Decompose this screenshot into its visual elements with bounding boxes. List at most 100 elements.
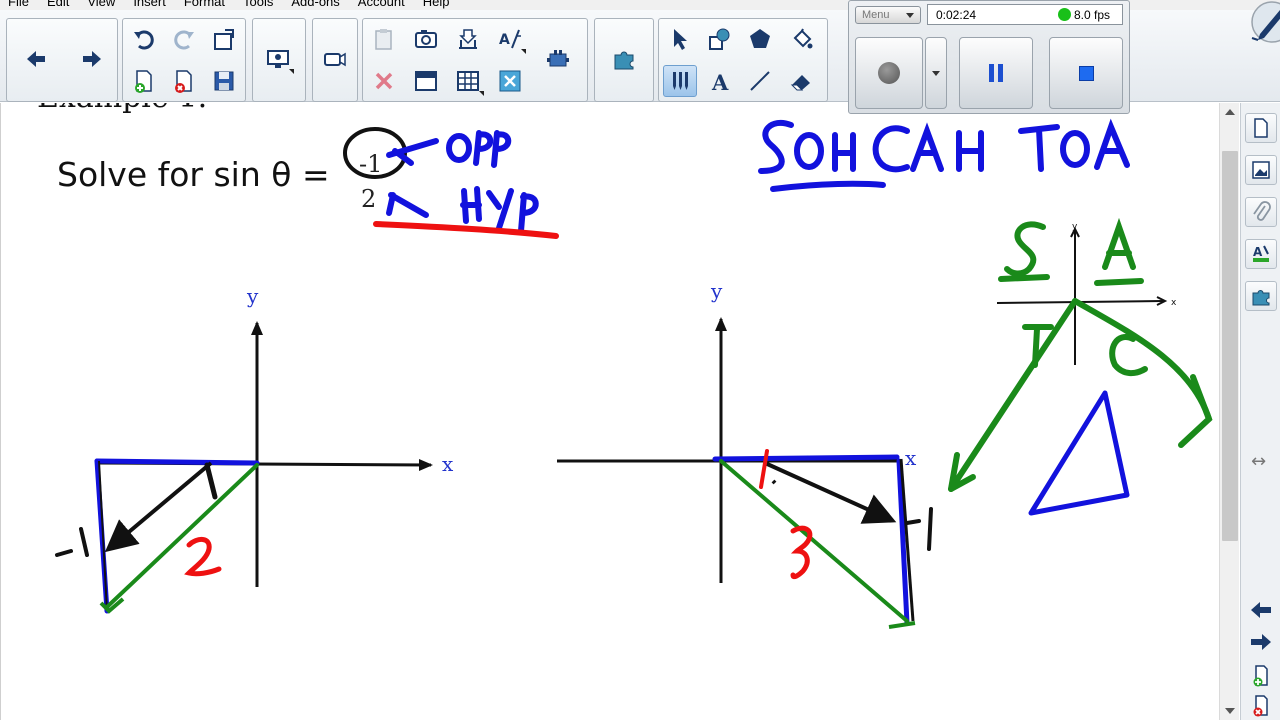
side-add-page-button[interactable]	[1247, 663, 1275, 689]
clear-page-button[interactable]	[367, 65, 401, 97]
fill-tool-button[interactable]	[785, 23, 819, 55]
paste-button[interactable]	[367, 23, 401, 55]
scroll-up-icon[interactable]	[1225, 109, 1235, 115]
record-icon	[878, 62, 900, 84]
select-tool-button[interactable]	[663, 23, 697, 55]
opp-hyp-labels-ink	[386, 130, 539, 234]
add-page-button[interactable]	[127, 65, 161, 97]
pen-tray-badge-icon[interactable]	[1244, 0, 1280, 48]
previous-page-button[interactable]	[19, 43, 53, 75]
redo-button[interactable]	[167, 23, 201, 55]
menu-tools[interactable]: Tools	[234, 0, 282, 10]
side-previous-page-button[interactable]	[1247, 597, 1275, 623]
svg-text:A: A	[1253, 245, 1263, 259]
example-heading: Example 1:	[37, 103, 207, 115]
astc-quadrant-diagram: x y	[948, 217, 1213, 516]
add-ons-icon	[1252, 290, 1270, 306]
delete-page-button[interactable]	[167, 65, 201, 97]
add-ons-button[interactable]	[607, 43, 641, 75]
redo-icon	[174, 30, 194, 50]
right-coordinate-graph: x y	[557, 279, 933, 629]
side-next-page-button[interactable]	[1247, 629, 1275, 655]
menu-file[interactable]: File	[0, 0, 38, 10]
screen-share-button[interactable]	[261, 43, 295, 75]
pause-button[interactable]	[959, 37, 1033, 109]
undo-button[interactable]	[127, 23, 161, 55]
measurement-tools-icon	[547, 50, 569, 67]
gallery-tab[interactable]	[1245, 155, 1277, 185]
add-ons-icon	[614, 51, 634, 70]
scroll-down-icon[interactable]	[1225, 708, 1235, 714]
document-camera-icon	[324, 52, 346, 67]
notebook-page-canvas[interactable]: Example 1: Solve for sin θ = -1 2	[0, 103, 1219, 720]
undo-icon	[134, 30, 154, 50]
text-tool-button[interactable]: A	[703, 65, 737, 97]
left-x-axis-label: x	[442, 452, 454, 476]
soh-cah-toa-ink	[758, 118, 1130, 192]
attachments-tab[interactable]	[1245, 197, 1277, 227]
full-screen-button[interactable]	[493, 65, 527, 97]
svg-text:x: x	[1171, 298, 1177, 308]
fraction-denominator: 2	[361, 185, 376, 213]
vertical-scrollbar[interactable]	[1219, 103, 1239, 720]
side-delete-page-button[interactable]	[1247, 693, 1275, 719]
screen-share-icon	[267, 50, 289, 68]
menu-format[interactable]: Format	[175, 0, 234, 10]
save-button[interactable]	[207, 65, 241, 97]
add-page-icon	[1253, 665, 1268, 687]
resize-handle-icon[interactable]: ↔	[1251, 451, 1266, 472]
record-button[interactable]	[855, 37, 923, 109]
screen-shade-button[interactable]	[409, 65, 443, 97]
import-button[interactable]	[207, 23, 241, 55]
menu-help[interactable]: Help	[414, 0, 459, 10]
insert-group: A	[362, 18, 588, 102]
tools-group: A	[658, 18, 828, 102]
menu-edit[interactable]: Edit	[38, 0, 78, 10]
back-arrow-icon	[27, 51, 45, 67]
stop-button[interactable]	[1049, 37, 1123, 109]
menu-view[interactable]: View	[78, 0, 124, 10]
pause-icon	[989, 64, 1003, 82]
shapes-tool-button[interactable]	[703, 23, 737, 55]
menu-account[interactable]: Account	[349, 0, 414, 10]
handwriting-recognition-button[interactable]: A	[493, 23, 527, 55]
save-notebook-pages-button[interactable]	[451, 23, 485, 55]
stop-icon	[1078, 65, 1094, 81]
add-page-icon	[135, 70, 152, 93]
eraser-icon	[790, 75, 810, 91]
measurement-tools-button[interactable]	[541, 43, 575, 75]
add-ons-group	[594, 18, 654, 102]
pen-tool-button[interactable]	[663, 65, 697, 97]
forward-arrow-icon	[83, 51, 101, 67]
scrollbar-thumb[interactable]	[1222, 151, 1238, 541]
document-camera-button[interactable]	[318, 43, 352, 75]
pen-icon	[673, 72, 688, 90]
problem-statement: Solve for sin θ =	[57, 155, 330, 194]
menu-add-ons[interactable]: Add-ons	[282, 0, 348, 10]
page-content[interactable]: Example 1: Solve for sin θ = -1 2	[1, 103, 1220, 720]
screen-shade-icon	[415, 71, 437, 91]
eraser-tool-button[interactable]	[785, 65, 819, 97]
menu-insert[interactable]: Insert	[124, 0, 175, 10]
page-sorter-tab[interactable]	[1245, 113, 1277, 143]
screen-capture-button[interactable]	[409, 23, 443, 55]
next-page-button[interactable]	[75, 43, 109, 75]
insert-table-button[interactable]	[451, 65, 485, 97]
polygon-tool-button[interactable]	[743, 23, 777, 55]
handwriting-recognition-icon: A	[499, 29, 521, 49]
full-screen-icon	[499, 70, 521, 92]
paste-icon	[375, 29, 392, 50]
svg-text:A: A	[499, 32, 510, 48]
recorder-menu-dropdown[interactable]: Menu	[855, 6, 921, 24]
text-icon: A	[711, 70, 729, 94]
record-options-dropdown[interactable]	[925, 37, 947, 109]
line-tool-button[interactable]	[743, 65, 777, 97]
recording-elapsed-time: 0:02:24	[936, 8, 977, 22]
screen-capture-icon	[415, 30, 437, 48]
back-arrow-icon	[1251, 602, 1271, 618]
properties-tab[interactable]: A	[1245, 239, 1277, 269]
add-ons-tab[interactable]	[1245, 281, 1277, 311]
edit-group	[122, 18, 246, 102]
svg-text:A: A	[711, 70, 729, 94]
camera-group	[312, 18, 358, 102]
